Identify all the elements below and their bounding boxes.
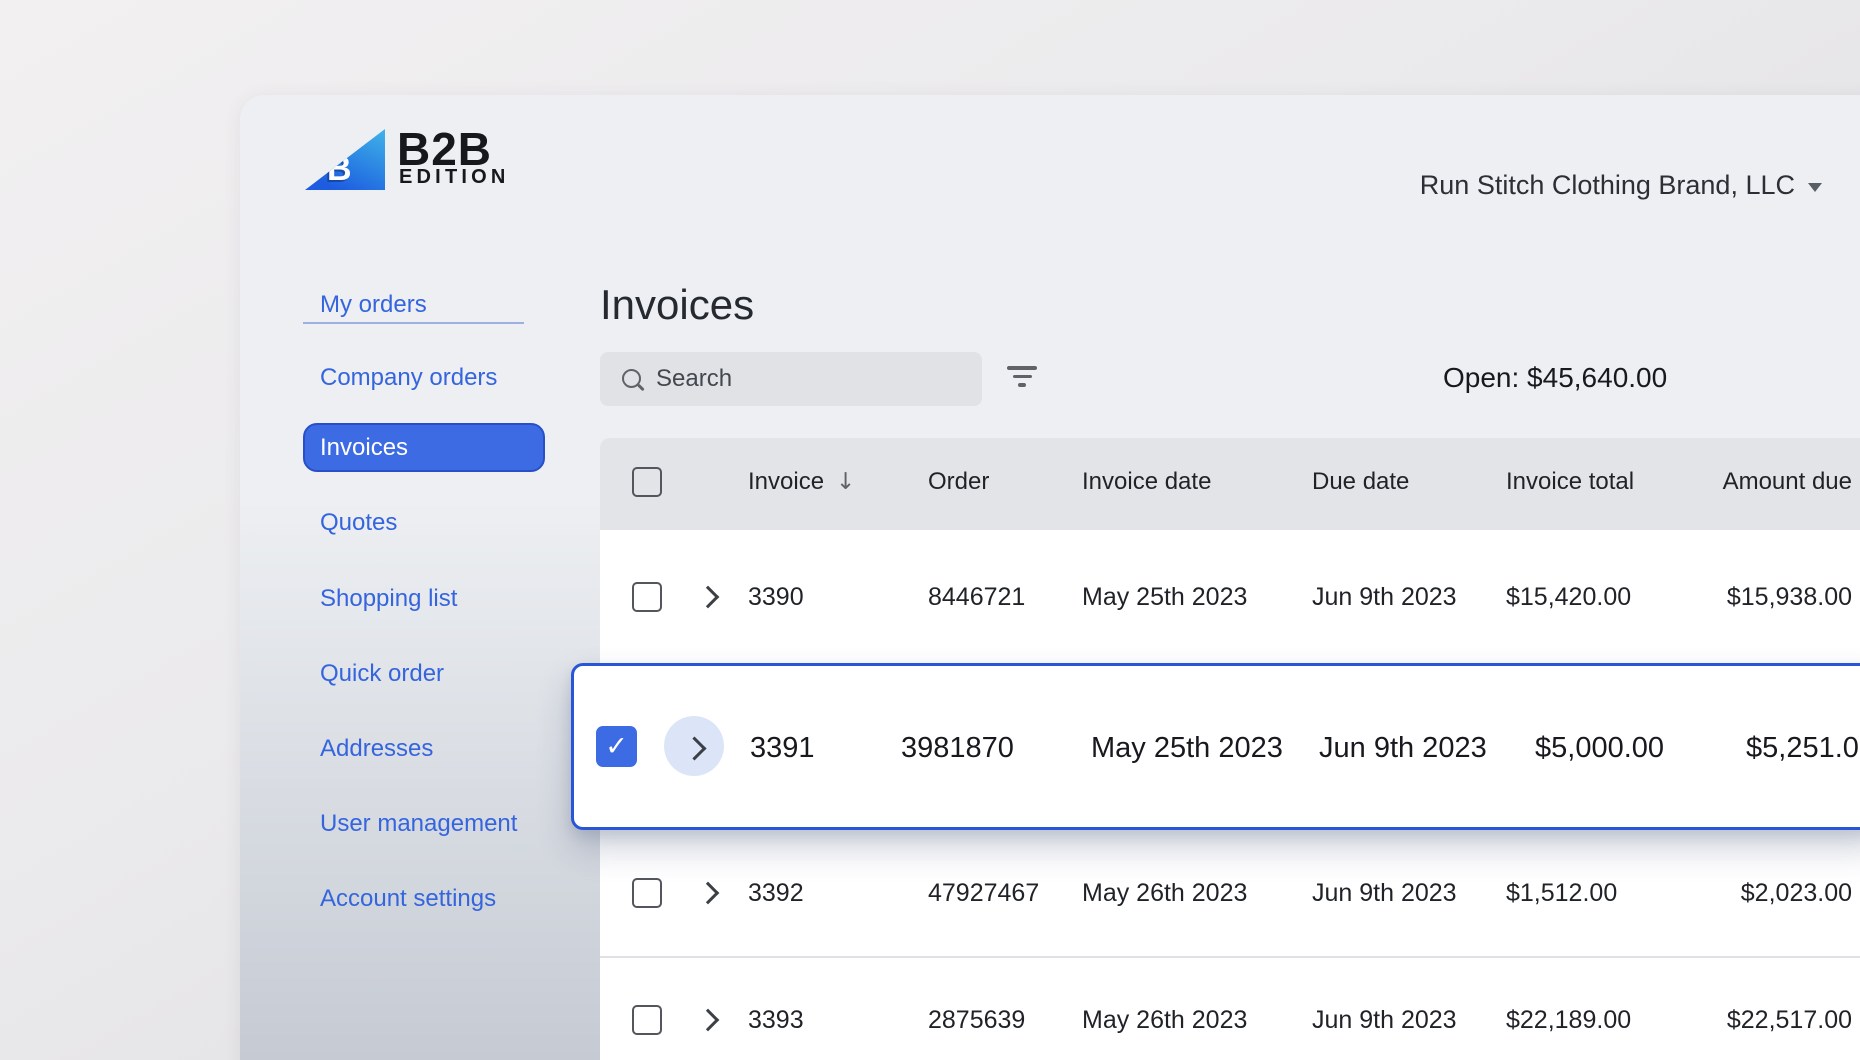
company-name: Run Stitch Clothing Brand, LLC (1420, 170, 1795, 201)
column-header-invoice[interactable]: Invoice↓ (748, 468, 855, 496)
invoices-page: B B2B EDITION Run Stitch Clothing Brand,… (0, 0, 1860, 1060)
row-checkbox[interactable] (632, 582, 662, 612)
cell-invoice-date: May 26th 2023 (1082, 1006, 1247, 1035)
row-checkbox-checked[interactable]: ✓ (596, 726, 637, 767)
sidebar-item-quick-order[interactable]: Quick order (320, 660, 444, 688)
cell-invoice-total: $22,189.00 (1506, 1006, 1631, 1035)
chevron-right-icon[interactable] (697, 585, 720, 608)
chevron-right-icon[interactable] (697, 882, 720, 905)
cell-invoice: 3390 (748, 583, 804, 612)
cell-amount-due: $2,023.00 (1741, 879, 1852, 908)
chevron-down-icon (1808, 183, 1822, 192)
cell-invoice: 3391 (750, 732, 815, 765)
company-selector[interactable]: Run Stitch Clothing Brand, LLC (1420, 170, 1822, 201)
table-row[interactable]: 3390 8446721 May 25th 2023 Jun 9th 2023 … (600, 530, 1860, 663)
cell-due-date: Jun 9th 2023 (1312, 1006, 1457, 1035)
sidebar-item-quotes[interactable]: Quotes (320, 509, 397, 537)
sidebar-item-company-orders[interactable]: Company orders (320, 364, 497, 392)
cell-invoice-date: May 25th 2023 (1082, 583, 1247, 612)
chevron-right-icon (682, 736, 706, 760)
cell-amount-due: $22,517.00 (1727, 1006, 1852, 1035)
sidebar-item-shopping-list[interactable]: Shopping list (320, 585, 457, 613)
cell-invoice: 3392 (748, 879, 804, 908)
column-header-invoice-date[interactable]: Invoice date (1082, 468, 1211, 496)
cell-due-date: Jun 9th 2023 (1312, 583, 1457, 612)
sidebar-item-invoices-active[interactable]: Invoices (303, 423, 545, 472)
selected-table-row[interactable]: ✓ 3391 3981870 May 25th 2023 Jun 9th 202… (571, 663, 1860, 830)
sidebar-item-account-settings[interactable]: Account settings (320, 885, 496, 913)
sidebar-item-my-orders[interactable]: My orders (320, 291, 427, 319)
sidebar-item-addresses[interactable]: Addresses (320, 735, 433, 763)
row-checkbox[interactable] (632, 878, 662, 908)
cell-amount-due: $15,938.00 (1727, 583, 1852, 612)
cell-invoice-total: $1,512.00 (1506, 879, 1617, 908)
search-input[interactable] (600, 352, 982, 406)
sidebar (240, 95, 602, 1060)
logo-text-sub: EDITION (399, 166, 510, 189)
chevron-right-icon[interactable] (697, 1009, 720, 1032)
column-header-invoice-total[interactable]: Invoice total (1506, 468, 1634, 496)
cell-order: 2875639 (928, 1006, 1025, 1035)
expand-row-button[interactable] (664, 716, 724, 776)
table-row[interactable]: 3392 47927467 May 26th 2023 Jun 9th 2023… (600, 830, 1860, 958)
cell-order: 47927467 (928, 879, 1039, 908)
cell-invoice-date: May 26th 2023 (1082, 879, 1247, 908)
cell-due-date: Jun 9th 2023 (1312, 879, 1457, 908)
table-header: Invoice↓ Order Invoice date Due date Inv… (600, 438, 1860, 530)
row-checkbox[interactable] (632, 1005, 662, 1035)
sidebar-divider (303, 322, 524, 324)
sidebar-item-label: Invoices (320, 434, 408, 462)
cell-amount-due: $5,251.00 (1746, 732, 1860, 765)
column-header-due-date[interactable]: Due date (1312, 468, 1409, 496)
cell-order: 3981870 (901, 732, 1014, 765)
filter-button[interactable] (1003, 366, 1041, 396)
table-row[interactable]: 3393 2875639 May 26th 2023 Jun 9th 2023 … (600, 960, 1860, 1060)
check-icon: ✓ (596, 726, 637, 767)
cell-due-date: Jun 9th 2023 (1319, 732, 1487, 765)
select-all-checkbox[interactable] (632, 467, 662, 497)
filter-icon (1007, 366, 1037, 370)
cell-invoice-total: $5,000.00 (1535, 732, 1664, 765)
column-header-order[interactable]: Order (928, 468, 989, 496)
cell-invoice: 3393 (748, 1006, 804, 1035)
page-title: Invoices (600, 281, 754, 329)
sort-desc-icon: ↓ (836, 469, 855, 495)
open-amount-summary: Open: $45,640.00 (1443, 362, 1667, 394)
search-box (600, 352, 982, 406)
cell-order: 8446721 (928, 583, 1025, 612)
cell-invoice-total: $15,420.00 (1506, 583, 1631, 612)
cell-invoice-date: May 25th 2023 (1091, 732, 1283, 765)
sidebar-item-user-management[interactable]: User management (320, 810, 517, 838)
column-header-amount-due[interactable]: Amount due (1723, 468, 1852, 496)
